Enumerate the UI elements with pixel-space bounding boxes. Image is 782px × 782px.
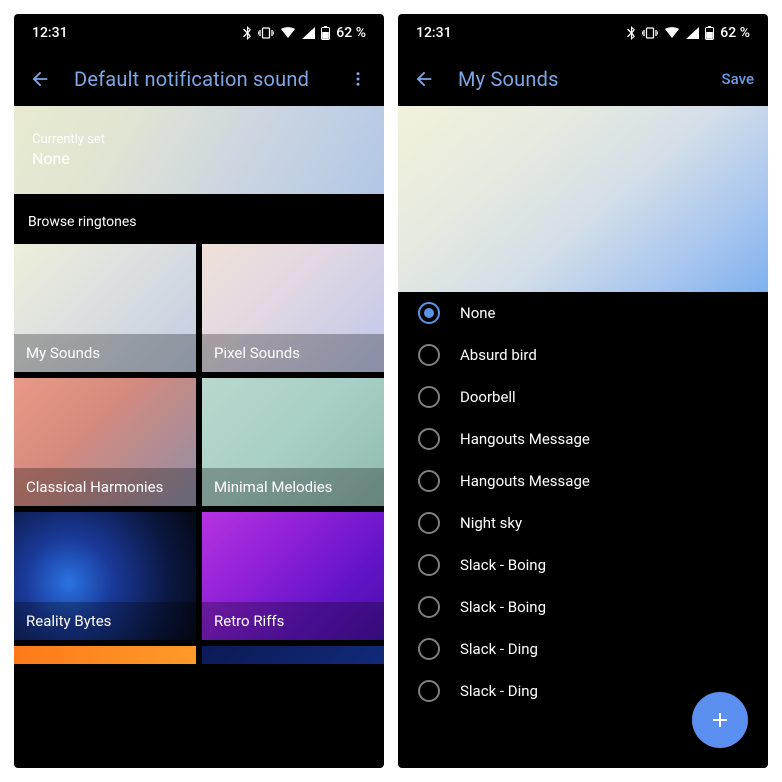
status-bar: 12:31 62 % xyxy=(14,14,384,52)
back-button[interactable] xyxy=(412,67,436,91)
currently-set-label: Currently set xyxy=(32,132,366,147)
sound-row[interactable]: Slack - Ding xyxy=(398,628,768,670)
category-classical-harmonies[interactable]: Classical Harmonies xyxy=(14,378,196,506)
category-my-sounds[interactable]: My Sounds xyxy=(14,244,196,372)
sound-label: Doorbell xyxy=(460,388,516,406)
battery-text: 62 % xyxy=(336,25,366,41)
status-icons: 62 % xyxy=(626,25,750,41)
sound-row[interactable]: Absurd bird xyxy=(398,334,768,376)
sound-label: Slack - Boing xyxy=(460,556,546,574)
sound-row[interactable]: Slack - Boing xyxy=(398,544,768,586)
battery-text: 62 % xyxy=(720,25,750,41)
vibrate-icon xyxy=(258,27,274,39)
category-pixel-sounds[interactable]: Pixel Sounds xyxy=(202,244,384,372)
category-retro-riffs[interactable]: Retro Riffs xyxy=(202,512,384,640)
signal-icon xyxy=(302,27,315,39)
category-label: Classical Harmonies xyxy=(14,468,196,506)
category-hero-image xyxy=(398,106,768,292)
back-arrow-icon xyxy=(29,68,51,90)
radio-button[interactable] xyxy=(418,680,440,702)
page-title: My Sounds xyxy=(458,67,700,91)
category-reality-bytes[interactable]: Reality Bytes xyxy=(14,512,196,640)
sound-row[interactable]: Slack - Boing xyxy=(398,586,768,628)
sound-row[interactable]: Doorbell xyxy=(398,376,768,418)
currently-set-value: None xyxy=(32,149,366,168)
status-time: 12:31 xyxy=(32,25,68,41)
screen-my-sounds: 12:31 62 % My Sounds Save None Absurd bir… xyxy=(398,14,768,768)
sound-label: Hangouts Message xyxy=(460,472,590,490)
status-time: 12:31 xyxy=(416,25,452,41)
status-bar: 12:31 62 % xyxy=(398,14,768,52)
wifi-icon xyxy=(664,27,680,39)
save-button[interactable]: Save xyxy=(722,70,754,88)
sound-row[interactable]: Hangouts Message xyxy=(398,418,768,460)
category-label: Retro Riffs xyxy=(202,602,384,640)
category-minimal-melodies[interactable]: Minimal Melodies xyxy=(202,378,384,506)
sound-label: Slack - Ding xyxy=(460,640,538,658)
vibrate-icon xyxy=(642,27,658,39)
signal-icon xyxy=(686,27,699,39)
radio-button[interactable] xyxy=(418,302,440,324)
more-vert-icon xyxy=(349,70,367,88)
add-sound-fab[interactable] xyxy=(692,692,748,748)
currently-set-card[interactable]: Currently set None xyxy=(14,106,384,194)
sound-label: None xyxy=(460,304,496,322)
category-label: My Sounds xyxy=(14,334,196,372)
category-grid: My Sounds Pixel Sounds Classical Harmoni… xyxy=(14,244,384,664)
radio-button[interactable] xyxy=(418,386,440,408)
overflow-menu-button[interactable] xyxy=(346,67,370,91)
sound-label: Hangouts Message xyxy=(460,430,590,448)
radio-button[interactable] xyxy=(418,638,440,660)
browse-ringtones-header: Browse ringtones xyxy=(14,194,384,244)
battery-icon xyxy=(705,26,714,40)
wifi-icon xyxy=(280,27,296,39)
sound-row[interactable]: Hangouts Message xyxy=(398,460,768,502)
sound-label: Night sky xyxy=(460,514,522,532)
category-label: Minimal Melodies xyxy=(202,468,384,506)
back-arrow-icon xyxy=(413,68,435,90)
plus-icon xyxy=(708,708,732,732)
radio-button[interactable] xyxy=(418,596,440,618)
screen-default-notification-sound: 12:31 62 % Default notification sound Cu… xyxy=(14,14,384,768)
bluetooth-icon xyxy=(626,26,636,40)
bluetooth-icon xyxy=(242,26,252,40)
category-partial[interactable] xyxy=(202,646,384,664)
radio-button[interactable] xyxy=(418,554,440,576)
page-title: Default notification sound xyxy=(74,67,324,91)
app-bar: Default notification sound xyxy=(14,52,384,106)
sound-label: Slack - Boing xyxy=(460,598,546,616)
category-partial[interactable] xyxy=(14,646,196,664)
category-label: Reality Bytes xyxy=(14,602,196,640)
sound-row[interactable]: Night sky xyxy=(398,502,768,544)
sound-row[interactable]: None xyxy=(398,292,768,334)
status-icons: 62 % xyxy=(242,25,366,41)
radio-button[interactable] xyxy=(418,470,440,492)
category-label: Pixel Sounds xyxy=(202,334,384,372)
sound-label: Absurd bird xyxy=(460,346,537,364)
sound-label: Slack - Ding xyxy=(460,682,538,700)
back-button[interactable] xyxy=(28,67,52,91)
radio-button[interactable] xyxy=(418,344,440,366)
radio-button[interactable] xyxy=(418,512,440,534)
app-bar: My Sounds Save xyxy=(398,52,768,106)
radio-button[interactable] xyxy=(418,428,440,450)
battery-icon xyxy=(321,26,330,40)
